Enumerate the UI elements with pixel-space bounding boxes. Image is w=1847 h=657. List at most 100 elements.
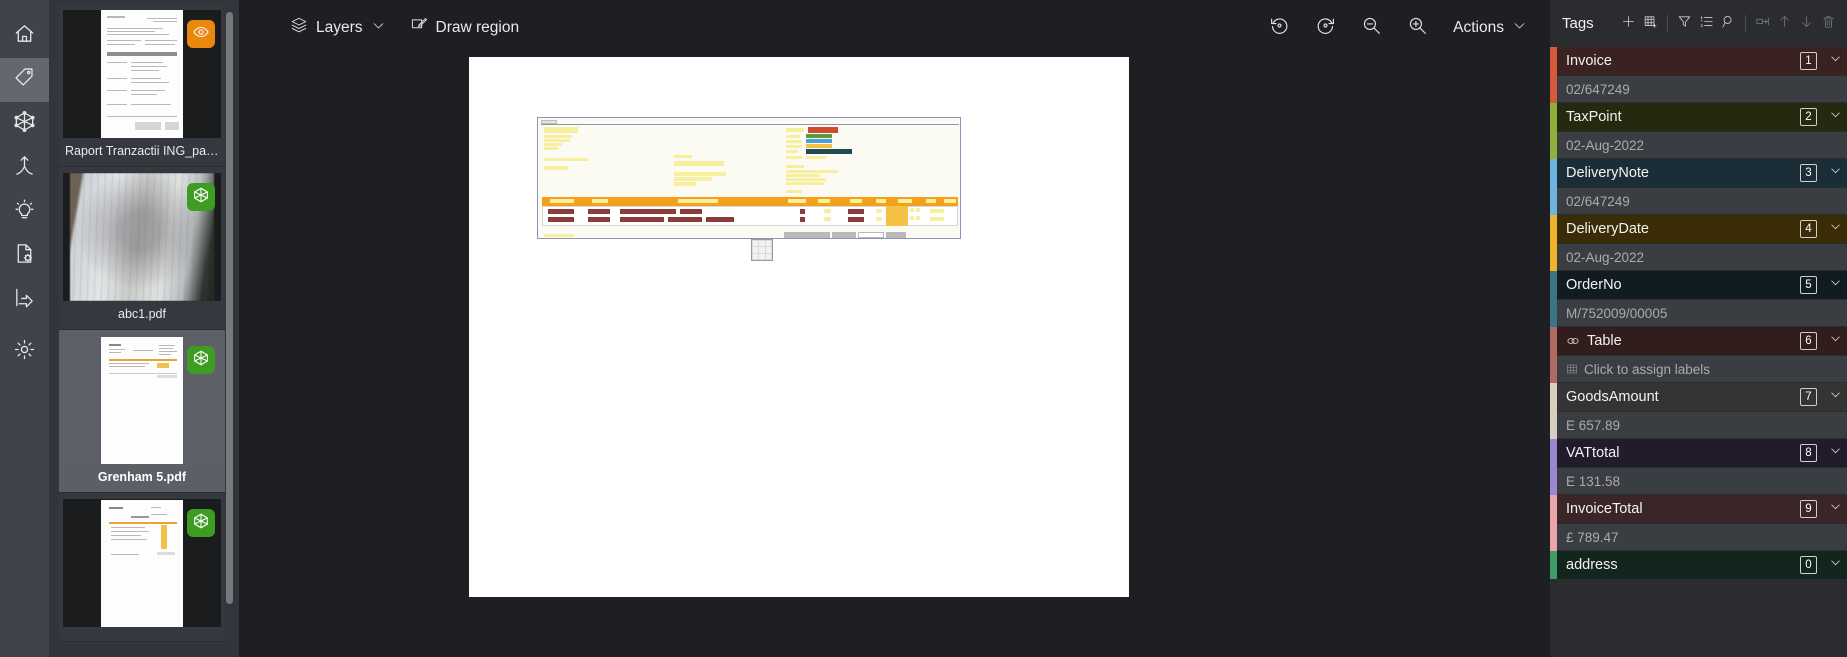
rotate-right-button[interactable] xyxy=(1306,9,1344,47)
tag-expand-button[interactable] xyxy=(1823,383,1847,411)
tag-header[interactable]: VATtotal 8 xyxy=(1557,439,1823,467)
filter-icon xyxy=(1677,14,1692,34)
tag-header[interactable]: GoodsAmount 7 xyxy=(1557,383,1823,411)
rendered-document-page[interactable] xyxy=(537,117,961,239)
tag-header[interactable]: Invoice 1 xyxy=(1557,47,1823,75)
sidebar-item-compose[interactable] xyxy=(0,146,49,190)
tag-assign-labels[interactable]: Click to assign labels xyxy=(1557,355,1847,383)
tag-expand-button[interactable] xyxy=(1823,551,1847,579)
model-icon xyxy=(192,349,210,372)
list-view-button[interactable] xyxy=(1696,11,1717,37)
tag-expand-button[interactable] xyxy=(1823,271,1847,299)
add-table-tag-icon xyxy=(1643,14,1658,34)
model-badge[interactable] xyxy=(187,509,215,537)
tag-row[interactable]: Table 6 xyxy=(1550,327,1847,355)
filter-button[interactable] xyxy=(1674,11,1695,37)
tag-header[interactable]: InvoiceTotal 9 xyxy=(1557,495,1823,523)
viewer-toolbar: Layers Draw region Actions xyxy=(239,0,1550,55)
rename-tag-button[interactable] xyxy=(1752,11,1773,37)
list-item[interactable]: Grenham 5.pdf xyxy=(59,330,225,493)
tag-value-row[interactable]: 02-Aug-2022 xyxy=(1550,131,1847,159)
sidebar-item-tags[interactable] xyxy=(0,58,49,102)
tag-color-swatch xyxy=(1550,439,1557,467)
rename-tag-icon xyxy=(1755,14,1770,34)
scrollbar-thumb[interactable] xyxy=(226,12,233,604)
sidebar-item-home[interactable] xyxy=(0,14,49,58)
tag-index-badge: 9 xyxy=(1800,500,1817,518)
tag-row[interactable]: Invoice 1 xyxy=(1550,47,1847,75)
tag-row[interactable]: InvoiceTotal 9 xyxy=(1550,495,1847,523)
tag-color-swatch xyxy=(1550,383,1557,411)
list-item[interactable] xyxy=(59,493,225,642)
tag-expand-button[interactable] xyxy=(1823,159,1847,187)
tag-row[interactable]: TaxPoint 2 xyxy=(1550,103,1847,131)
document-settings-icon xyxy=(13,242,36,270)
tag-list[interactable]: Invoice 1 02/647249 TaxPoint 2 02-Aug-20… xyxy=(1550,47,1847,657)
tag-header[interactable]: DeliveryNote 3 xyxy=(1557,159,1823,187)
list-item[interactable]: abc1.pdf xyxy=(59,167,225,330)
tag-value-row[interactable]: E 131.58 xyxy=(1550,467,1847,495)
tag-value-row[interactable]: Click to assign labels xyxy=(1550,355,1847,383)
sidebar-item-settings[interactable] xyxy=(0,330,49,374)
viewer-canvas[interactable] xyxy=(239,55,1550,657)
move-down-button[interactable] xyxy=(1796,11,1817,37)
tag-header[interactable]: TaxPoint 2 xyxy=(1557,103,1823,131)
document-viewer: Layers Draw region Actions xyxy=(239,0,1550,657)
sidebar-item-insights[interactable] xyxy=(0,190,49,234)
page-sheet[interactable] xyxy=(469,57,1129,597)
toolbar-divider xyxy=(1667,15,1668,32)
move-down-icon xyxy=(1799,14,1814,34)
move-up-icon xyxy=(1777,14,1792,34)
tag-value-row[interactable]: 02/647249 xyxy=(1550,75,1847,103)
add-tag-button[interactable] xyxy=(1618,11,1639,37)
document-list[interactable]: Raport Tranzactii ING_page_1.... abc1.pd… xyxy=(59,4,225,657)
tag-header[interactable]: address 0 xyxy=(1557,551,1823,579)
tag-expand-button[interactable] xyxy=(1823,327,1847,355)
actions-button[interactable]: Actions xyxy=(1446,13,1534,43)
rotate-right-icon xyxy=(1315,15,1336,41)
tag-value: 02-Aug-2022 xyxy=(1557,243,1847,271)
tag-index-badge: 0 xyxy=(1800,556,1817,574)
tag-row[interactable]: GoodsAmount 7 xyxy=(1550,383,1847,411)
tag-expand-button[interactable] xyxy=(1823,215,1847,243)
tag-value-row[interactable]: M/752009/00005 xyxy=(1550,299,1847,327)
rotate-left-button[interactable] xyxy=(1260,9,1298,47)
tag-value-row[interactable]: E 657.89 xyxy=(1550,411,1847,439)
model-badge[interactable] xyxy=(187,346,215,374)
zoom-in-button[interactable] xyxy=(1398,9,1436,47)
tag-value-row[interactable]: 02/647249 xyxy=(1550,187,1847,215)
tag-value-row[interactable]: £ 789.47 xyxy=(1550,523,1847,551)
add-table-tag-button[interactable] xyxy=(1640,11,1661,37)
draw-region-button[interactable]: Draw region xyxy=(403,11,527,44)
tag-header[interactable]: Table 6 xyxy=(1557,327,1823,355)
tag-expand-button[interactable] xyxy=(1823,495,1847,523)
delete-tag-button[interactable] xyxy=(1818,11,1839,37)
tag-row[interactable]: VATtotal 8 xyxy=(1550,439,1847,467)
zoom-out-button[interactable] xyxy=(1352,9,1390,47)
tag-color-swatch xyxy=(1550,467,1557,495)
tag-row[interactable]: DeliveryNote 3 xyxy=(1550,159,1847,187)
tag-header[interactable]: DeliveryDate 4 xyxy=(1557,215,1823,243)
document-list-scrollbar[interactable] xyxy=(226,8,233,649)
model-badge[interactable] xyxy=(187,183,215,211)
move-up-button[interactable] xyxy=(1774,11,1795,37)
preview-badge[interactable] xyxy=(187,20,215,48)
tag-value: 02-Aug-2022 xyxy=(1557,131,1847,159)
table-region-handle[interactable] xyxy=(751,239,773,261)
sidebar-item-model[interactable] xyxy=(0,102,49,146)
tag-row[interactable]: OrderNo 5 xyxy=(1550,271,1847,299)
tag-expand-button[interactable] xyxy=(1823,439,1847,467)
search-button[interactable] xyxy=(1718,11,1739,37)
tag-row[interactable]: DeliveryDate 4 xyxy=(1550,215,1847,243)
tag-expand-button[interactable] xyxy=(1823,103,1847,131)
list-item[interactable]: Raport Tranzactii ING_page_1.... xyxy=(59,4,225,167)
sidebar-item-document-settings[interactable] xyxy=(0,234,49,278)
tag-expand-button[interactable] xyxy=(1823,47,1847,75)
tag-value-row[interactable]: 02-Aug-2022 xyxy=(1550,243,1847,271)
layers-button[interactable]: Layers xyxy=(283,11,393,44)
sidebar-item-export[interactable] xyxy=(0,278,49,322)
tag-header[interactable]: OrderNo 5 xyxy=(1557,271,1823,299)
chevron-down-icon xyxy=(371,18,386,38)
document-thumbnail xyxy=(63,499,221,627)
tag-row[interactable]: address 0 xyxy=(1550,551,1847,579)
